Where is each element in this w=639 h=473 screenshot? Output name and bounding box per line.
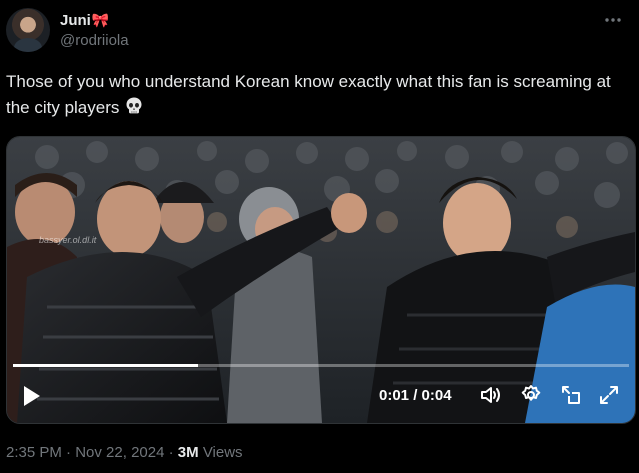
avatar[interactable]: [6, 8, 50, 52]
pip-icon[interactable]: [559, 383, 583, 407]
post-date[interactable]: Nov 22, 2024: [75, 444, 164, 461]
views-label: Views: [202, 444, 243, 461]
volume-icon[interactable]: [479, 383, 503, 407]
fullscreen-icon[interactable]: [597, 383, 621, 407]
tweet-header: Juni🎀 @rodriiola: [6, 8, 633, 54]
svg-text:bassyer.ol.dl.it: bassyer.ol.dl.it: [39, 235, 97, 245]
duration: 0:04: [421, 387, 452, 404]
tweet-footer: 2:35 PM · Nov 22, 2024 · 3M Views: [6, 444, 243, 461]
footer-separator: ·: [66, 444, 72, 461]
display-name-text[interactable]: Juni: [60, 12, 91, 29]
video-time: 0:01 / 0:04: [379, 387, 452, 404]
bow-emoji: 🎀: [91, 12, 110, 28]
progress-bar[interactable]: [13, 364, 629, 367]
tweet: Juni🎀 @rodriiola Those of you who unders…: [0, 0, 639, 473]
video-controls: 0:01 / 0:04: [7, 371, 635, 423]
settings-icon[interactable]: [519, 383, 543, 407]
play-icon[interactable]: [21, 383, 43, 409]
views-count: 3M: [177, 444, 199, 461]
more-icon[interactable]: [603, 10, 623, 35]
progress-fill: [13, 364, 198, 367]
user-handle[interactable]: @rodriiola: [60, 31, 129, 51]
video-player[interactable]: bassyer.ol.dl.it 0:01 / 0:04: [6, 136, 636, 424]
skull-icon: [124, 96, 144, 124]
footer-separator: ·: [168, 444, 174, 461]
current-time: 0:01: [379, 387, 410, 404]
time-separator: /: [409, 387, 422, 404]
post-time[interactable]: 2:35 PM: [6, 444, 62, 461]
display-name[interactable]: Juni🎀: [60, 10, 129, 31]
author-names: Juni🎀 @rodriiola: [60, 10, 129, 51]
tweet-text: Those of you who understand Korean know …: [6, 69, 626, 124]
tweet-text-body: Those of you who understand Korean know …: [6, 72, 611, 117]
